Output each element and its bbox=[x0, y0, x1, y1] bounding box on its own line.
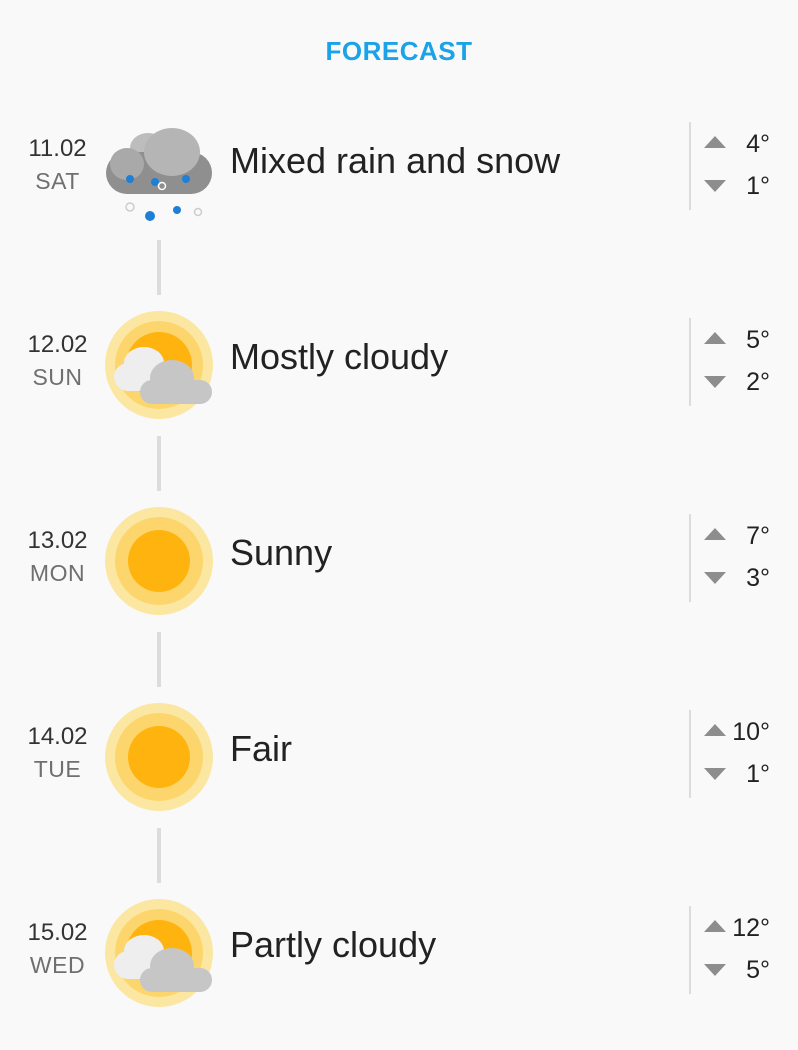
date-block: 11.02 SAT bbox=[0, 134, 115, 198]
rain-snow-icon bbox=[102, 112, 217, 227]
weekday-label: MON bbox=[29, 560, 86, 586]
date-block: 12.02 SUN bbox=[0, 330, 115, 394]
condition-label: Mixed rain and snow bbox=[230, 140, 561, 181]
arrow-down-icon bbox=[704, 570, 726, 589]
weekday-label: TUE bbox=[33, 756, 82, 782]
high-temp: 12° bbox=[700, 908, 780, 950]
date-block: 14.02 TUE bbox=[0, 722, 115, 786]
date-label: 11.02 bbox=[28, 135, 87, 162]
arrow-up-icon bbox=[704, 332, 726, 351]
forecast-row[interactable]: 11.02 SAT Mixed rain and snow 4° 1° bbox=[0, 112, 798, 232]
timeline-connector bbox=[157, 240, 161, 295]
high-temp-value: 5° bbox=[746, 326, 770, 354]
high-temp-value: 7° bbox=[746, 522, 770, 550]
forecast-row[interactable]: 12.02 SUN Mostly cloudy 5° 2° bbox=[0, 308, 798, 428]
low-temp: 1° bbox=[700, 166, 780, 208]
arrow-up-icon bbox=[704, 724, 726, 743]
sun-icon bbox=[102, 700, 217, 815]
divider bbox=[689, 514, 691, 602]
date-label: 14.02 bbox=[27, 723, 88, 750]
high-temp: 5° bbox=[700, 320, 780, 362]
divider bbox=[689, 906, 691, 994]
weekday-label: SUN bbox=[32, 364, 83, 390]
date-label: 13.02 bbox=[27, 527, 88, 554]
condition-label: Sunny bbox=[230, 532, 333, 573]
temperature-range: 4° 1° bbox=[700, 124, 780, 208]
high-temp-value: 10° bbox=[732, 718, 770, 746]
high-temp-value: 12° bbox=[732, 914, 770, 942]
forecast-row[interactable]: 13.02 MON Sunny 7° 3° bbox=[0, 504, 798, 624]
divider bbox=[689, 122, 691, 210]
forecast-row[interactable]: 14.02 TUE Fair 10° 1° bbox=[0, 700, 798, 820]
forecast-row[interactable]: 15.02 WED Partly cloudy 12° 5° bbox=[0, 896, 798, 1016]
partly-cloudy-icon bbox=[102, 896, 217, 1011]
temperature-range: 5° 2° bbox=[700, 320, 780, 404]
low-temp: 3° bbox=[700, 558, 780, 600]
sun-icon bbox=[102, 504, 217, 619]
temperature-range: 7° 3° bbox=[700, 516, 780, 600]
condition-label: Partly cloudy bbox=[230, 924, 437, 965]
weekday-label: SAT bbox=[35, 168, 80, 194]
low-temp-value: 1° bbox=[746, 172, 770, 200]
forecast-title: FORECAST bbox=[325, 36, 473, 66]
timeline-connector bbox=[157, 632, 161, 687]
timeline-connector bbox=[157, 436, 161, 491]
arrow-down-icon bbox=[704, 178, 726, 197]
temperature-range: 10° 1° bbox=[700, 712, 780, 796]
arrow-down-icon bbox=[704, 766, 726, 785]
low-temp: 1° bbox=[700, 754, 780, 796]
date-block: 13.02 MON bbox=[0, 526, 115, 590]
date-label: 15.02 bbox=[27, 919, 88, 946]
high-temp: 10° bbox=[700, 712, 780, 754]
low-temp-value: 2° bbox=[746, 368, 770, 396]
arrow-up-icon bbox=[704, 920, 726, 939]
condition-label: Fair bbox=[230, 728, 292, 769]
date-label: 12.02 bbox=[27, 331, 88, 358]
low-temp-value: 3° bbox=[746, 564, 770, 592]
date-block: 15.02 WED bbox=[0, 918, 115, 982]
arrow-up-icon bbox=[704, 528, 726, 547]
arrow-down-icon bbox=[704, 962, 726, 981]
arrow-down-icon bbox=[704, 374, 726, 393]
condition-label: Mostly cloudy bbox=[230, 336, 449, 377]
timeline-connector bbox=[157, 828, 161, 883]
divider bbox=[689, 710, 691, 798]
low-temp: 2° bbox=[700, 362, 780, 404]
high-temp: 7° bbox=[700, 516, 780, 558]
low-temp-value: 1° bbox=[746, 760, 770, 788]
arrow-up-icon bbox=[704, 136, 726, 155]
low-temp-value: 5° bbox=[746, 956, 770, 984]
high-temp-value: 4° bbox=[746, 130, 770, 158]
temperature-range: 12° 5° bbox=[700, 908, 780, 992]
weekday-label: WED bbox=[29, 952, 86, 978]
high-temp: 4° bbox=[700, 124, 780, 166]
low-temp: 5° bbox=[700, 950, 780, 992]
mostly-cloudy-icon bbox=[102, 308, 217, 423]
divider bbox=[689, 318, 691, 406]
